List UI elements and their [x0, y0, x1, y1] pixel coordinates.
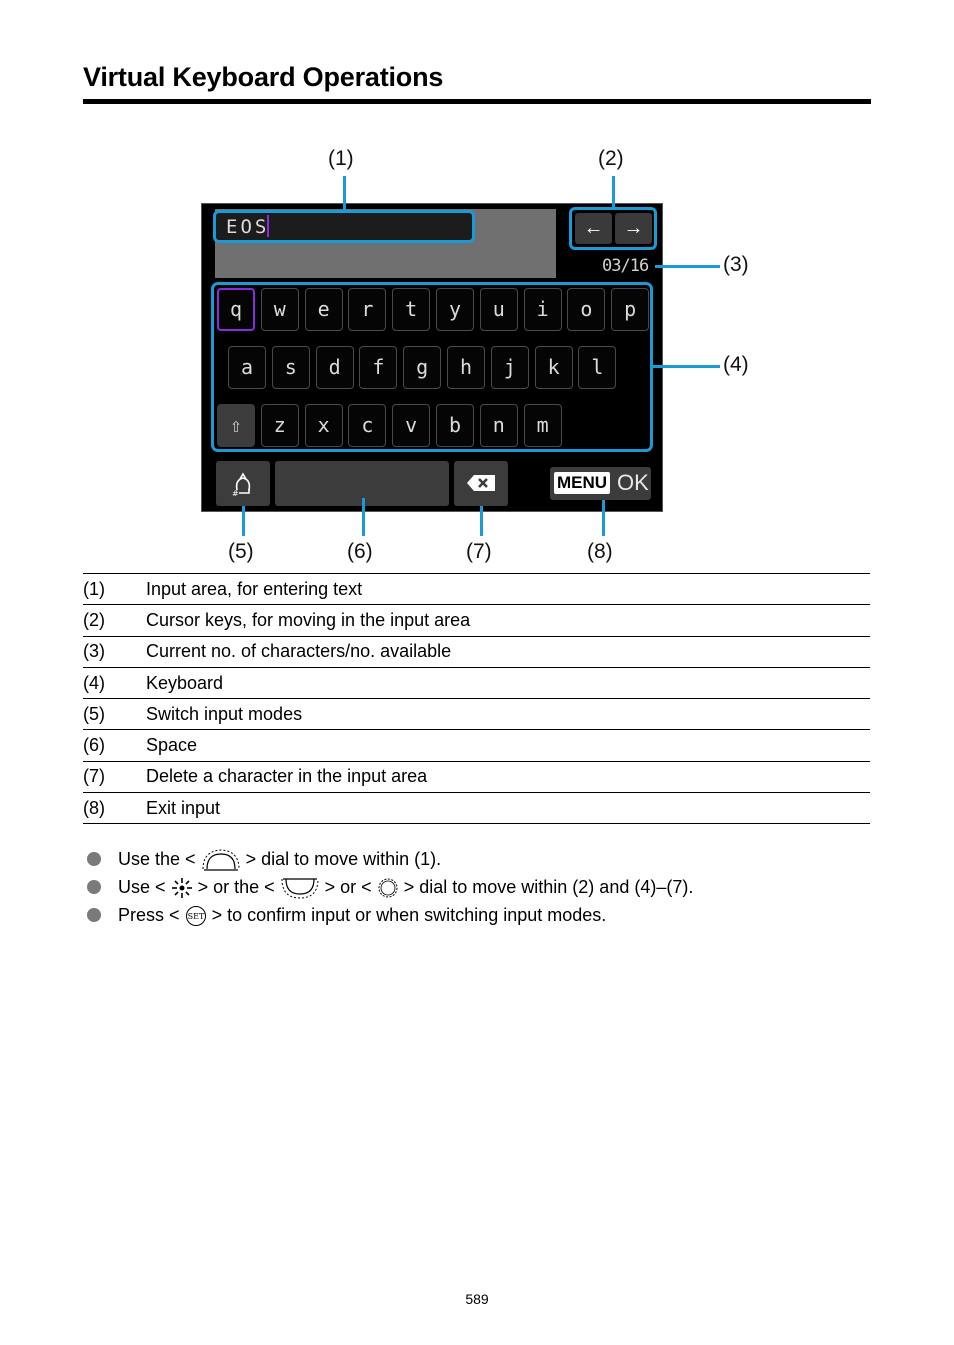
key-y[interactable]: y: [436, 288, 474, 331]
key-i[interactable]: i: [523, 288, 562, 331]
menu-tag: MENU: [554, 472, 611, 494]
multi-controller-icon: [171, 878, 192, 899]
callout-4: (4): [723, 353, 749, 376]
key-v[interactable]: v: [392, 404, 431, 447]
legend-description: Space: [146, 735, 198, 756]
key-b[interactable]: b: [436, 404, 474, 447]
legend-row: (6) Space: [83, 729, 870, 761]
key-n[interactable]: n: [479, 404, 518, 447]
legend-description: Delete a character in the input area: [146, 766, 428, 787]
page-number: 589: [465, 1291, 489, 1307]
key-e[interactable]: e: [304, 288, 343, 331]
delete-button[interactable]: [454, 461, 508, 506]
quick-control-dial-2-icon: [378, 878, 398, 898]
input-text: EOS: [226, 215, 270, 238]
legend-description: Input area, for entering text: [146, 578, 363, 599]
shift-key[interactable]: ⇧: [217, 404, 255, 447]
legend-row: (8) Exit input: [83, 792, 870, 824]
text-input-area[interactable]: EOS: [213, 210, 475, 243]
legend-number: (4): [83, 672, 105, 693]
legend-number: (5): [83, 703, 105, 724]
ok-label: OK: [617, 470, 649, 495]
leader-line-1: [343, 176, 346, 210]
legend-row: (1) Input area, for entering text: [83, 573, 870, 605]
switch-input-mode-button[interactable]: #: [216, 461, 270, 506]
leader-line-2: [612, 176, 615, 207]
arrow-left-icon: ←: [583, 217, 604, 239]
legend-description: Exit input: [146, 797, 221, 818]
leader-line-6: [362, 498, 365, 536]
leader-line-7: [480, 506, 483, 536]
legend-number: (8): [83, 797, 105, 818]
quick-control-dial-1-icon: [281, 878, 319, 899]
legend-description: Current no. of characters/no. available: [146, 641, 452, 662]
main-dial-icon: [202, 849, 240, 871]
callout-7: (7): [466, 540, 492, 563]
key-x[interactable]: x: [304, 404, 343, 447]
leader-line-4: [653, 365, 720, 368]
cursor-right-button[interactable]: →: [615, 213, 652, 244]
key-t[interactable]: t: [392, 288, 431, 331]
legend-number: (3): [83, 641, 105, 662]
key-s[interactable]: s: [271, 346, 310, 389]
backspace-icon: [467, 475, 495, 491]
legend-row: (2) Cursor keys, for moving in the input …: [83, 604, 870, 636]
callout-1: (1): [328, 147, 354, 170]
key-w[interactable]: w: [260, 288, 299, 331]
leader-line-3: [655, 265, 720, 268]
key-l[interactable]: l: [578, 346, 617, 389]
legend-number: (1): [83, 578, 105, 599]
exit-input-button[interactable]: MENU OK: [550, 467, 651, 500]
virtual-keyboard-figure: (1) (2) (3) (4) (5) (6) (7) (8) EOS ← → …: [0, 0, 954, 575]
callout-6: (6): [347, 540, 373, 563]
callout-8: (8): [587, 540, 613, 563]
key-a[interactable]: a: [228, 346, 266, 389]
set-button-icon: SET: [185, 906, 206, 927]
legend-number: (6): [83, 735, 105, 756]
legend-number: (7): [83, 766, 105, 787]
svg-text:SET: SET: [187, 912, 204, 921]
key-u[interactable]: u: [479, 288, 518, 331]
key-f[interactable]: f: [359, 346, 398, 389]
cursor-keys: ← →: [569, 207, 657, 250]
key-q[interactable]: q: [217, 288, 255, 331]
bullet-icon: [87, 852, 101, 866]
key-h[interactable]: h: [447, 346, 485, 389]
key-k[interactable]: k: [534, 346, 573, 389]
legend-number: (2): [83, 609, 105, 630]
legend-row: (4) Keyboard: [83, 667, 870, 698]
callout-3: (3): [723, 253, 749, 276]
legend-table: (1) Input area, for entering text (2) Curso…: [83, 573, 870, 824]
legend-row: (3) Current no. of characters/no. availab…: [83, 636, 870, 667]
bullet-icon: [87, 908, 101, 922]
legend-description: Switch input modes: [146, 703, 303, 724]
cursor-left-button[interactable]: ←: [575, 213, 612, 244]
legend-row: (5) Switch input modes: [83, 698, 870, 730]
legend-description: Keyboard: [146, 672, 224, 693]
key-p[interactable]: p: [611, 288, 650, 331]
callout-2: (2): [598, 147, 624, 170]
switch-mode-icon: #: [232, 472, 251, 498]
legend-row: (7) Delete a character in the input area: [83, 761, 870, 792]
key-d[interactable]: d: [315, 346, 354, 389]
key-m[interactable]: m: [523, 404, 562, 447]
legend-description: Cursor keys, for moving in the input are…: [146, 609, 471, 630]
key-g[interactable]: g: [403, 346, 442, 389]
leader-line-8: [602, 500, 605, 536]
svg-text:#: #: [232, 489, 239, 498]
key-r[interactable]: r: [348, 288, 387, 331]
arrow-right-icon: →: [623, 217, 644, 239]
key-o[interactable]: o: [567, 288, 606, 331]
key-c[interactable]: c: [348, 404, 387, 447]
leader-line-5: [242, 506, 245, 536]
bullet-icon: [87, 880, 101, 894]
key-j[interactable]: j: [490, 346, 529, 389]
text-caret: [267, 215, 270, 237]
callout-5: (5): [228, 540, 254, 563]
character-counter: 03/16: [602, 256, 649, 276]
key-z[interactable]: z: [260, 404, 299, 447]
